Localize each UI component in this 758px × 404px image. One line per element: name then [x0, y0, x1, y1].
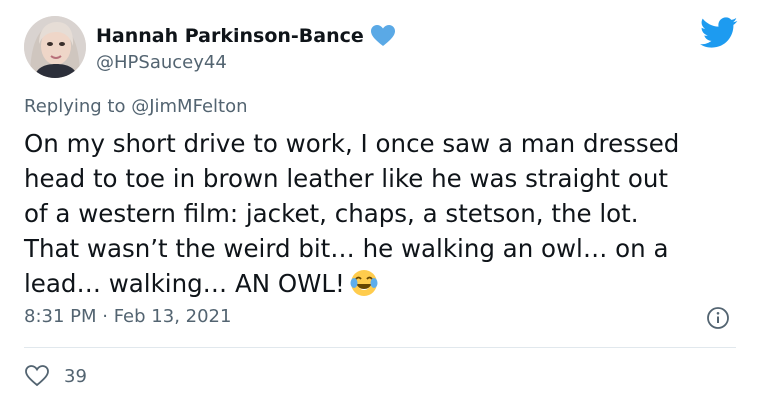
- tweet-text-line: head to toe in brown leather like he was…: [24, 164, 668, 193]
- replying-to-label: Replying to: [24, 96, 132, 117]
- tweet-card: Hannah Parkinson-Bance @HPSaucey44 Reply…: [0, 0, 758, 404]
- author-display-name[interactable]: Hannah Parkinson-Bance: [96, 25, 364, 47]
- tweet-text-line: On my short drive to work, I once saw a …: [24, 129, 680, 158]
- avatar[interactable]: [24, 16, 86, 78]
- replying-to: Replying to @JimMFelton: [24, 96, 248, 117]
- like-count: 39: [64, 365, 87, 387]
- author-name-row: Hannah Parkinson-Bance: [96, 24, 396, 48]
- tweet-timestamp[interactable]: 8:31 PM · Feb 13, 2021: [24, 306, 231, 327]
- twitter-bird-icon[interactable]: [700, 16, 738, 50]
- tweet-text-line: That wasn’t the weird bit… he walking an…: [24, 234, 669, 263]
- tweet-text: On my short drive to work, I once saw a …: [24, 126, 744, 301]
- replying-to-mention[interactable]: @JimMFelton: [131, 96, 247, 117]
- divider: [24, 347, 736, 348]
- heart-icon[interactable]: [24, 364, 50, 388]
- author-handle[interactable]: @HPSaucey44: [96, 52, 227, 73]
- face-with-tears-of-joy-emoji: [350, 270, 378, 296]
- tweet-text-line: of a western film: jacket, chaps, a stet…: [24, 199, 639, 228]
- avatar-photo: [24, 16, 86, 78]
- blue-heart-icon: [370, 25, 395, 46]
- tweet-text-line: lead… walking… AN OWL!: [24, 269, 345, 298]
- like-button[interactable]: 39: [24, 364, 87, 388]
- info-icon[interactable]: [706, 306, 730, 330]
- tweet-text-last-line: lead… walking… AN OWL!: [24, 266, 744, 301]
